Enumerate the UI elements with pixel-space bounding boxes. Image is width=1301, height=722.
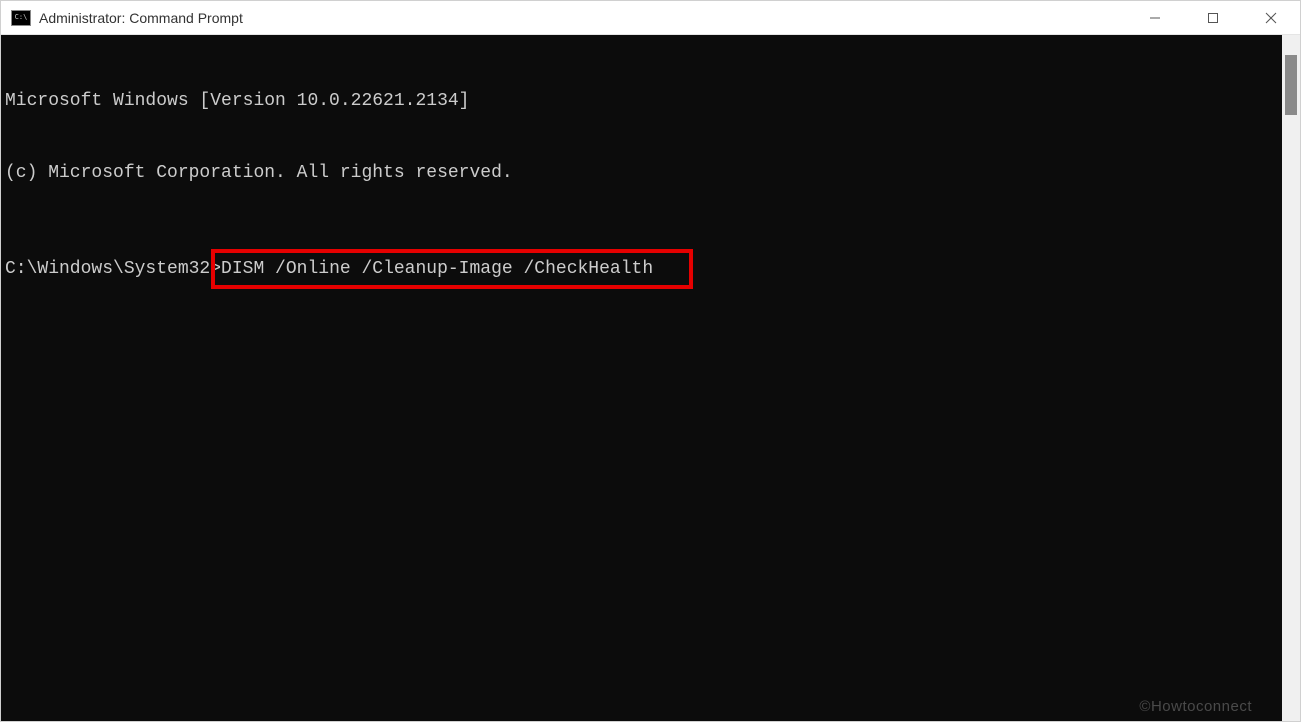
cmd-icon: C:\ bbox=[11, 10, 31, 26]
cmd-icon-text: C:\ bbox=[15, 14, 28, 21]
terminal-wrap: Microsoft Windows [Version 10.0.22621.21… bbox=[1, 35, 1300, 721]
close-icon bbox=[1265, 12, 1277, 24]
prompt-row: C:\Windows\System32>DISM /Online /Cleanu… bbox=[5, 257, 1282, 281]
minimize-button[interactable] bbox=[1126, 1, 1184, 34]
terminal-line-2: (c) Microsoft Corporation. All rights re… bbox=[5, 161, 1282, 185]
close-button[interactable] bbox=[1242, 1, 1300, 34]
window-title: Administrator: Command Prompt bbox=[39, 10, 243, 26]
maximize-button[interactable] bbox=[1184, 1, 1242, 34]
terminal[interactable]: Microsoft Windows [Version 10.0.22621.21… bbox=[1, 35, 1282, 721]
scrollbar[interactable] bbox=[1282, 35, 1300, 721]
maximize-icon bbox=[1207, 12, 1219, 24]
command-input[interactable]: DISM /Online /Cleanup-Image /CheckHealth bbox=[221, 257, 653, 281]
titlebar[interactable]: C:\ Administrator: Command Prompt bbox=[1, 1, 1300, 35]
watermark: ©Howtoconnect bbox=[1139, 695, 1252, 719]
command-prompt-window: C:\ Administrator: Command Prompt Micros… bbox=[0, 0, 1301, 722]
terminal-line-1: Microsoft Windows [Version 10.0.22621.21… bbox=[5, 89, 1282, 113]
scrollbar-thumb[interactable] bbox=[1285, 55, 1297, 115]
prompt: C:\Windows\System32> bbox=[5, 257, 221, 281]
window-controls bbox=[1126, 1, 1300, 34]
minimize-icon bbox=[1149, 12, 1161, 24]
